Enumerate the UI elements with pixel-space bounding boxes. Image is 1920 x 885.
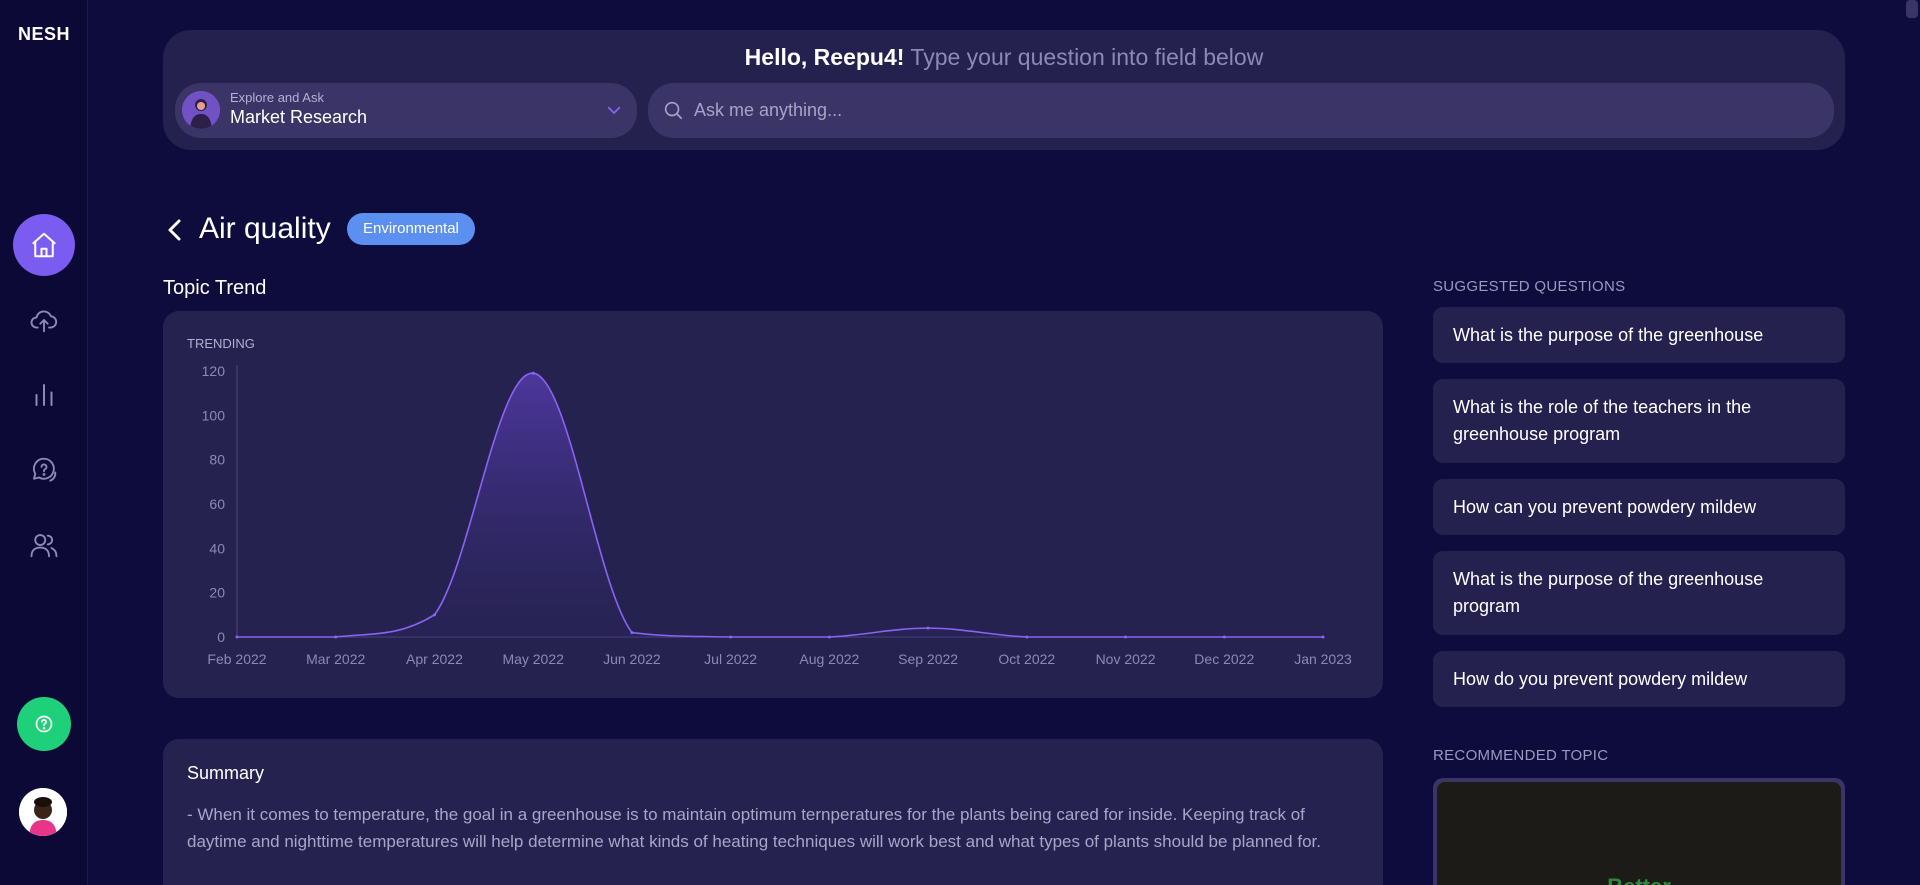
users-icon: [30, 534, 58, 558]
topic-dropdown[interactable]: Explore and Ask Market Research: [175, 83, 637, 138]
greeting: Hello, Reepu4! Type your question into f…: [163, 44, 1845, 71]
recommended-topic-image-text: Better: [1437, 874, 1841, 885]
suggested-question[interactable]: What is the purpose of the greenhouse: [1433, 307, 1845, 363]
help-button[interactable]: [17, 697, 71, 751]
chart-point: [926, 626, 930, 630]
chart-area: [237, 373, 1323, 637]
x-tick-label: Sep 2022: [898, 651, 958, 667]
y-tick-label: 120: [202, 363, 226, 379]
nav-questions-button[interactable]: [13, 439, 75, 501]
y-tick-label: 0: [217, 629, 225, 645]
x-tick-label: Oct 2022: [998, 651, 1055, 667]
user-avatar-image: [19, 788, 67, 836]
user-avatar[interactable]: [19, 788, 67, 836]
chart-point: [1025, 635, 1029, 639]
chart-line: [237, 372, 1323, 638]
page-title: Air quality: [199, 212, 331, 245]
chart-point: [1321, 635, 1325, 639]
bar-chart-icon: [35, 384, 53, 406]
chart-point: [432, 613, 436, 617]
chevron-down-icon: [607, 106, 621, 114]
search-icon: [664, 101, 683, 120]
suggested-question[interactable]: How can you prevent powdery mildew: [1433, 479, 1845, 535]
search-input[interactable]: [694, 83, 1814, 138]
sidebar: NESH: [0, 0, 88, 885]
recommended-topic-image: Better: [1437, 782, 1841, 885]
topic-avatar-image: [182, 91, 220, 129]
y-tick-label: 80: [209, 452, 225, 468]
topic-dropdown-value: Market Research: [230, 107, 368, 127]
header-card: Hello, Reepu4! Type your question into f…: [163, 30, 1845, 150]
x-tick-label: Jun 2022: [603, 651, 661, 667]
category-badge: Environmental: [347, 213, 475, 245]
chart-point: [630, 631, 634, 635]
recommended-topic-card[interactable]: Better: [1433, 778, 1845, 885]
chart-point: [334, 635, 338, 639]
home-icon: [32, 232, 56, 258]
summary-title: Summary: [187, 763, 265, 783]
chart-point: [235, 635, 239, 639]
recommended-topic-heading: RECOMMENDED TOPIC: [1433, 747, 1609, 764]
suggested-questions-heading: SUGGESTED QUESTIONS: [1433, 278, 1626, 295]
summary-card: Summary - When it comes to temperature, …: [163, 739, 1383, 885]
chart-point: [531, 371, 535, 375]
x-tick-label: May 2022: [502, 651, 564, 667]
chart-series-label: TRENDING: [187, 336, 255, 351]
trend-chart-card: TRENDING 0 20 40 60 80 100 120 Feb 2022 Mar 202…: [163, 311, 1383, 698]
nav-home-button[interactable]: [13, 214, 75, 276]
help-circle-icon: [35, 715, 53, 733]
suggested-question[interactable]: How do you prevent powdery mildew: [1433, 651, 1845, 707]
x-tick-label: Jul 2022: [704, 651, 757, 667]
x-tick-label: Feb 2022: [207, 651, 266, 667]
nav-upload-button[interactable]: [13, 289, 75, 351]
trend-chart: TRENDING 0 20 40 60 80 100 120 Feb 2022 Mar 202…: [187, 336, 1352, 667]
x-tick-label: Nov 2022: [1096, 651, 1156, 667]
nav-users-button[interactable]: [13, 514, 75, 576]
x-tick-label: Aug 2022: [799, 651, 859, 667]
chart-point: [1124, 635, 1128, 639]
upload-cloud-icon: [30, 310, 58, 333]
chart-point: [729, 635, 733, 639]
y-tick-label: 60: [209, 496, 225, 512]
y-tick-label: 100: [202, 407, 226, 423]
topic-avatar: [182, 91, 220, 129]
x-tick-label: Jan 2023: [1294, 651, 1352, 667]
nav-analytics-button[interactable]: [13, 364, 75, 426]
search-box: [648, 83, 1834, 138]
x-tick-label: Mar 2022: [306, 651, 365, 667]
chart-point: [827, 635, 831, 639]
chat-question-icon: [32, 457, 57, 482]
summary-text: - When it comes to temperature, the goal…: [187, 805, 1321, 851]
y-tick-label: 40: [209, 540, 225, 556]
y-tick-label: 20: [209, 585, 225, 601]
scrollbar-thumb[interactable]: [1906, 0, 1918, 18]
back-arrow-icon[interactable]: [163, 216, 187, 244]
suggested-question[interactable]: What is the role of the teachers in the …: [1433, 379, 1845, 463]
greeting-hello: Hello, Reepu4!: [744, 44, 905, 70]
chart-point: [1222, 635, 1226, 639]
topic-trend-title: Topic Trend: [163, 277, 267, 299]
app-logo[interactable]: NESH: [0, 24, 88, 45]
x-tick-label: Dec 2022: [1194, 651, 1254, 667]
topic-dropdown-label: Explore and Ask: [230, 90, 324, 105]
x-tick-label: Apr 2022: [406, 651, 463, 667]
greeting-subtext: Type your question into field below: [910, 44, 1264, 70]
suggested-question[interactable]: What is the purpose of the greenhouse pr…: [1433, 551, 1845, 635]
